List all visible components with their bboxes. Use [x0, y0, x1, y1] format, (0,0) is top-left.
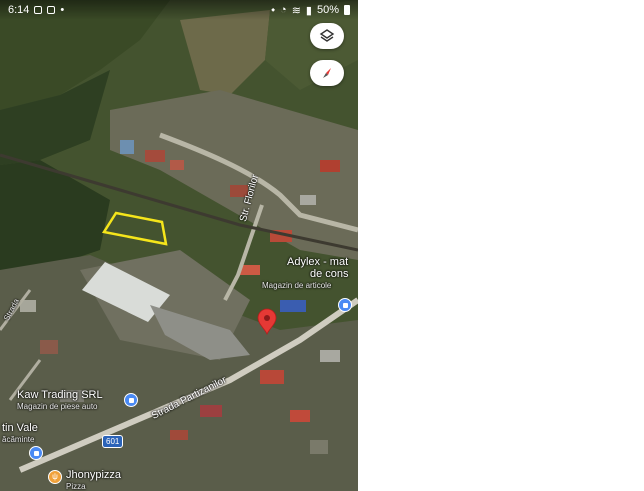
poi-name[interactable]: tin Vale [2, 422, 38, 434]
layers-icon [319, 29, 335, 42]
status-bar: 6:14 • ⬩ ◔ ≋ ▮ 50% [0, 0, 358, 20]
poi-category: ăcăminte [2, 435, 35, 444]
restaurant-icon[interactable]: ψ [48, 470, 62, 484]
poi-name[interactable]: Kaw Trading SRL [17, 389, 103, 401]
location-icon: ⬩ [271, 3, 276, 16]
phone-screen: 6:14 • ⬩ ◔ ≋ ▮ 50% Str. Florilor Strada … [0, 0, 358, 491]
poi-name[interactable]: Adylex - mat [287, 256, 348, 268]
battery-percent: 50% [316, 4, 339, 16]
satellite-map[interactable] [0, 0, 358, 491]
signal-icon: ▮ [305, 4, 312, 17]
shopping-bag-icon[interactable] [124, 393, 138, 407]
notification-dot-icon: • [60, 4, 65, 16]
route-shield: 601 [102, 435, 124, 448]
status-time: 6:14 [8, 4, 30, 16]
poi-name[interactable]: Jhonypizza [66, 469, 121, 481]
shopping-bag-icon[interactable] [338, 298, 352, 312]
battery-icon [344, 5, 350, 15]
wifi-icon: ≋ [291, 4, 301, 17]
poi-category: Magazin de piese auto [17, 402, 98, 411]
compass-button[interactable] [310, 60, 344, 86]
poi-category: Magazin de articole [262, 281, 332, 290]
settings-icon [47, 6, 56, 14]
poi-name[interactable]: de cons [310, 268, 349, 280]
shopping-bag-icon[interactable] [29, 446, 43, 460]
layers-button[interactable] [310, 23, 344, 49]
poi-category: Pizza [66, 482, 86, 491]
image-icon [34, 6, 43, 14]
compass-icon [323, 68, 331, 78]
alarm-icon: ◔ [280, 4, 287, 16]
